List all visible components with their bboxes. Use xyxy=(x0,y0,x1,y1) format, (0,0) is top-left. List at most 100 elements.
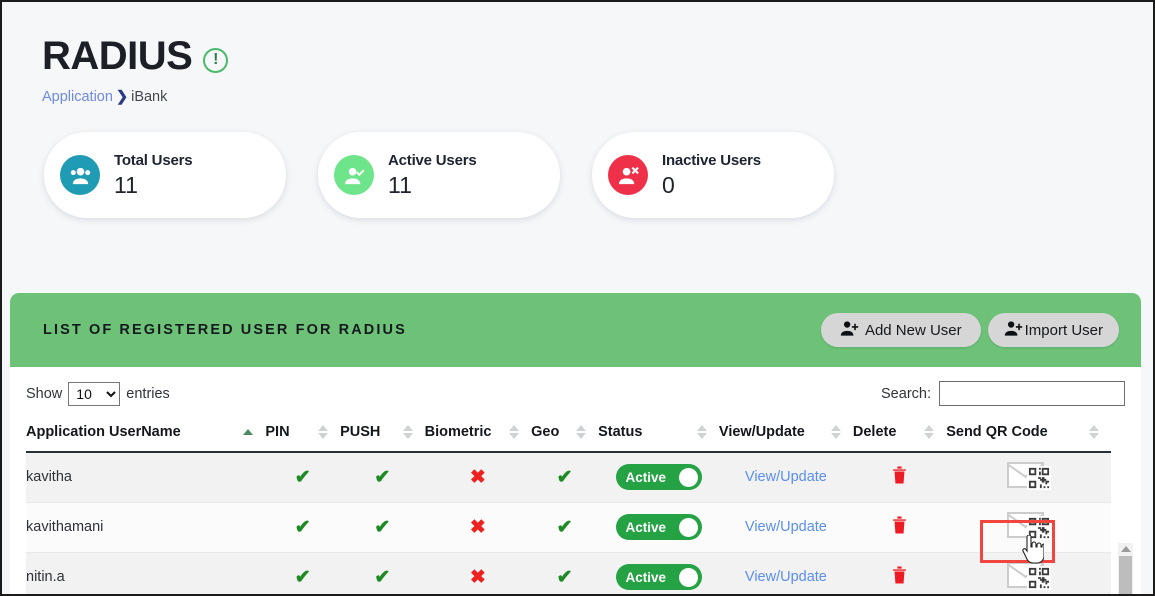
view-update-link[interactable]: View/Update xyxy=(745,569,827,585)
column-header-application-username[interactable]: Application UserName xyxy=(26,418,266,453)
cell-view-update: View/Update xyxy=(718,552,853,594)
cell-send-qr-code xyxy=(946,452,1111,503)
column-header-pin[interactable]: PIN xyxy=(265,418,341,453)
stat-card-inactive-users: Inactive Users 0 xyxy=(592,132,834,218)
toggle-knob xyxy=(678,467,698,487)
sort-arrows-icon[interactable] xyxy=(402,425,413,439)
cell-biometric: ✖ xyxy=(424,452,532,503)
status-toggle[interactable]: Active xyxy=(615,464,702,491)
column-header-view-update[interactable]: View/Update xyxy=(718,418,853,453)
user-x-icon xyxy=(608,155,648,195)
cell-status: Active xyxy=(598,502,719,553)
cell-username: nitin.a xyxy=(26,552,266,594)
import-user-label: Import User xyxy=(1024,321,1103,339)
breadcrumb-current: iBank xyxy=(131,89,168,105)
column-label: Application UserName xyxy=(26,424,181,440)
entries-per-page-select[interactable]: 10 25 50 100 xyxy=(68,381,121,406)
sort-arrows-icon[interactable] xyxy=(924,425,935,439)
sort-arrows-icon[interactable] xyxy=(576,425,587,439)
stat-label: Total Users xyxy=(114,151,193,169)
stat-label: Active Users xyxy=(388,151,477,169)
column-header-geo[interactable]: Geo xyxy=(531,418,599,453)
check-icon: ✔ xyxy=(374,566,391,588)
cross-icon: ✖ xyxy=(469,466,486,488)
status-toggle-label: Active xyxy=(625,519,667,535)
users-group-icon xyxy=(60,155,100,195)
cell-status: Active xyxy=(598,552,719,594)
view-update-link[interactable]: View/Update xyxy=(745,469,827,485)
stat-value: 11 xyxy=(114,171,138,198)
cell-delete xyxy=(852,552,947,594)
view-update-link[interactable]: View/Update xyxy=(745,519,827,535)
status-toggle-label: Active xyxy=(625,469,667,485)
column-header-biometric[interactable]: Biometric xyxy=(424,418,532,453)
add-new-user-button[interactable]: Add New User xyxy=(820,313,981,347)
stat-card-active-users: Active Users 11 xyxy=(318,132,560,218)
status-toggle[interactable]: Active xyxy=(615,514,702,540)
column-label: View/Update xyxy=(718,424,805,440)
table-scrollbar[interactable] xyxy=(1118,543,1133,594)
breadcrumb-link-application[interactable]: Application xyxy=(42,89,113,105)
check-icon: ✔ xyxy=(556,566,573,588)
stat-cards: Total Users 11 Active Users 11 Inactive … xyxy=(2,105,1153,218)
table-controls: Show 10 25 50 100 entries Search: xyxy=(26,381,1125,406)
cross-icon: ✖ xyxy=(469,516,486,538)
cell-send-qr-code xyxy=(946,552,1111,594)
page-header: RADIUS ! Application ❯ iBank xyxy=(2,2,1153,105)
cell-username: kavithamani xyxy=(26,502,266,553)
column-header-send-qr-code[interactable]: Send QR Code xyxy=(946,418,1111,453)
panel-actions: Add New User Import User xyxy=(820,313,1119,347)
trash-icon[interactable] xyxy=(891,565,908,589)
sort-arrow-asc-icon[interactable] xyxy=(243,429,254,435)
check-icon: ✔ xyxy=(556,516,573,538)
column-label: PIN xyxy=(265,424,290,440)
toggle-knob xyxy=(678,517,698,537)
sort-arrows-icon[interactable] xyxy=(318,425,329,439)
title-row: RADIUS ! xyxy=(42,36,1153,76)
cell-geo: ✔ xyxy=(531,552,599,594)
cross-icon: ✖ xyxy=(469,566,486,588)
import-user-button[interactable]: Import User xyxy=(987,313,1119,347)
stat-card-total-users: Total Users 11 xyxy=(44,132,286,218)
status-toggle[interactable]: Active xyxy=(615,564,702,590)
trash-icon[interactable] xyxy=(891,465,908,489)
cell-push: ✔ xyxy=(340,502,425,553)
sort-arrows-icon[interactable] xyxy=(1089,425,1099,439)
scrollbar-thumb[interactable] xyxy=(1119,556,1132,594)
column-header-status[interactable]: Status xyxy=(598,418,719,453)
sort-arrows-icon[interactable] xyxy=(509,425,520,439)
show-entries-prefix: Show xyxy=(26,385,63,402)
cell-view-update: View/Update xyxy=(718,452,853,503)
check-icon: ✔ xyxy=(374,516,391,538)
search-input[interactable] xyxy=(939,381,1125,406)
trash-icon[interactable] xyxy=(891,515,908,539)
cell-pin: ✔ xyxy=(265,502,341,553)
cell-push: ✔ xyxy=(340,552,425,594)
column-label: Send QR Code xyxy=(946,424,1048,440)
cell-pin: ✔ xyxy=(265,552,341,594)
cell-pin: ✔ xyxy=(265,452,341,503)
mail-qr-icon[interactable] xyxy=(1006,510,1051,540)
table-row[interactable]: kavitha ✔ ✔ ✖ ✔ Active View/Update xyxy=(26,452,1111,503)
stat-value: 0 xyxy=(662,171,675,198)
column-header-push[interactable]: PUSH xyxy=(340,418,425,453)
stat-label: Inactive Users xyxy=(662,151,761,169)
column-label: Status xyxy=(598,424,643,440)
table-row[interactable]: kavithamani ✔ ✔ ✖ ✔ Active View/Update xyxy=(26,502,1111,553)
cell-biometric: ✖ xyxy=(424,552,532,594)
search-label: Search: xyxy=(881,385,931,402)
mail-qr-icon[interactable] xyxy=(1006,460,1051,491)
sort-arrows-icon[interactable] xyxy=(830,425,841,439)
status-toggle-label: Active xyxy=(625,569,667,585)
page-title: RADIUS xyxy=(42,34,193,78)
user-list-panel: LIST OF REGISTERED USER FOR RADIUS Add N… xyxy=(10,293,1141,594)
sort-arrows-icon[interactable] xyxy=(696,425,707,439)
column-header-delete[interactable]: Delete xyxy=(852,418,947,453)
mail-qr-icon[interactable] xyxy=(1006,560,1051,590)
column-label: Delete xyxy=(852,424,897,440)
search-control: Search: xyxy=(881,381,1125,406)
panel-body: Show 10 25 50 100 entries Search: xyxy=(10,367,1141,594)
user-plus-icon xyxy=(1004,319,1023,342)
table-row[interactable]: nitin.a ✔ ✔ ✖ ✔ Active View/Update xyxy=(26,552,1111,594)
scroll-up-arrow-icon[interactable] xyxy=(1120,546,1131,552)
